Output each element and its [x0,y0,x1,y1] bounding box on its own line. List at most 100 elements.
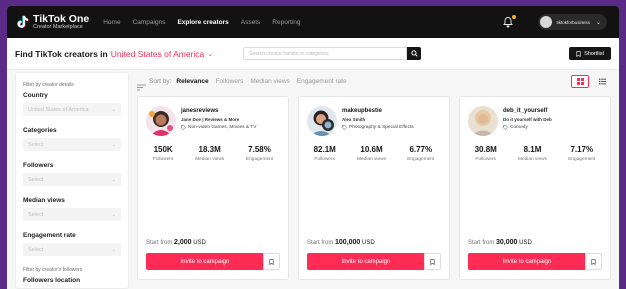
invite-to-campaign-button[interactable]: Invite to campaign [146,253,264,270]
bookmark-button[interactable] [424,253,441,270]
shortlist-label: Shortlist [584,50,604,57]
notification-dot [512,15,517,19]
account-name: tiktokforbusiness [556,19,590,25]
creator-category-label: Photography & Special Effects [349,125,414,130]
filter-label-followers-location: Followers location [23,277,81,284]
bookmark-icon [576,50,581,57]
shortlist-button[interactable]: Shortlist [569,47,611,60]
account-avatar [540,16,553,28]
price-value: 30,000 [496,239,518,246]
chevron-down-icon: ⌄ [111,176,116,183]
creator-card[interactable]: makeupbestie Alex Smith Photography & Sp… [298,96,450,280]
start-price: Start from 30,000 USD [468,239,532,246]
invite-to-campaign-button[interactable]: Invite to campaign [468,253,586,270]
nav-reporting[interactable]: Reporting [272,19,300,26]
notification-bell-icon[interactable] [502,15,517,29]
list-view-button[interactable] [593,75,611,88]
invite-to-campaign-button[interactable]: Invite to campaign [307,253,425,270]
creator-avatar [146,106,176,136]
creator-name: Jane Doe | Reviews & More [181,117,240,122]
search-box[interactable] [243,47,408,60]
creator-category: Non-video Games, Movies & TV [181,125,256,130]
currency-label: USD [362,240,375,246]
filter-heading: Filter by creator details [23,82,74,88]
chevron-down-icon: ⌄ [111,246,116,253]
sort-option-followers[interactable]: Followers [216,78,244,85]
currency-label: USD [193,240,206,246]
country-filter-select[interactable]: United States of America ⌄ [23,103,121,116]
creator-handle[interactable]: makeupbestie [342,108,414,114]
creator-avatar [307,106,337,136]
median-views-value: 10.6M [360,145,383,154]
creator-card-grid: janesreviews Jane Doe | Reviews & More N… [137,96,611,280]
followers-filter-value: Select [28,176,44,183]
filter-label-followers: Followers [23,162,54,169]
median-views-filter-select[interactable]: Select ⌄ [23,208,121,221]
search-button[interactable] [407,47,422,60]
creator-category: Photography & Special Effects [342,125,414,130]
bookmark-button[interactable] [263,253,280,270]
page-title: Find TikTok creators in [15,48,108,59]
chevron-down-icon: ⌄ [111,211,116,218]
median-views-filter-value: Select [28,211,44,218]
filter-sidebar: Filter by creator details Country United… [15,72,129,289]
filter-label-engagement-rate: Engagement rate [23,232,76,239]
currency-label: USD [519,240,532,246]
creator-stats: 150K Followers 18.3M Median views 7.58% Eng… [138,145,288,162]
bookmark-button[interactable] [585,253,602,270]
nav-home[interactable]: Home [103,19,120,26]
followers-value: 82.1M [313,145,336,154]
creator-handle[interactable]: deb_it_yourself [503,108,552,114]
creator-stats: 82.1M Followers 10.6M Median views 6.77% En… [299,145,449,162]
grid-view-button[interactable] [571,74,589,88]
nav-explore-creators[interactable]: Explore creators [177,19,228,26]
median-views-value: 8.1M [523,145,542,154]
brand-subtitle: Creator Marketplace [33,24,83,30]
engagement-rate-filter-select[interactable]: Select ⌄ [23,243,121,256]
sort-option-relevance[interactable]: Relevance [176,78,208,85]
page-header: Find TikTok creators in United States of… [7,38,619,70]
list-icon [598,78,606,84]
nav-campaigns[interactable]: Campaigns [133,19,166,26]
account-menu[interactable]: tiktokforbusiness ⌄ [538,14,607,30]
bookmark-icon [269,258,274,265]
brand-title: TikTok One [33,12,90,25]
brand-logo[interactable]: TikTok One Creator Marketplace [15,12,90,31]
median-views-label: Median views [195,157,225,162]
search-input[interactable] [249,50,407,57]
results-area: Sort by: Relevance Followers Median view… [137,70,619,289]
tag-icon [503,125,508,130]
nav-assets[interactable]: Assets [241,19,261,26]
country-selector[interactable]: United States of America [111,49,205,59]
creator-name: Do it yourself with Deb [503,117,552,122]
sort-option-median-views[interactable]: Median views [250,78,289,85]
engagement-value: 6.77% [409,145,433,154]
sort-label: Sort by: [149,77,172,85]
sort-bar: Sort by: Relevance Followers Median view… [137,70,619,92]
categories-filter-select[interactable]: Select ⌄ [23,138,121,151]
followers-value: 150K [153,145,173,154]
creator-avatar [468,106,498,136]
followers-filter-select[interactable]: Select ⌄ [23,173,121,186]
followers-label: Followers [314,157,335,162]
app-window: TikTok One Creator Marketplace Home Camp… [7,6,619,289]
filter-label-median-views: Median views [23,197,65,204]
followers-filter-heading: Filter by creator's followers [23,267,83,273]
engagement-label: Engagement [568,157,596,162]
top-nav: TikTok One Creator Marketplace Home Camp… [7,6,619,38]
view-toggle [571,74,611,88]
chevron-down-icon[interactable]: ⌄ [207,50,213,58]
creator-category-label: Comedy [510,125,528,130]
creator-card[interactable]: janesreviews Jane Doe | Reviews & More N… [137,96,289,280]
followers-label: Followers [152,157,174,162]
followers-label: Followers [475,157,496,162]
price-value: 100,000 [335,239,361,246]
start-price: Start from 2,000 USD [146,239,206,246]
engagement-value: 7.17% [570,145,594,154]
chevron-down-icon: ⌄ [111,141,116,148]
creator-card[interactable]: deb_it_yourself Do it yourself with Deb … [459,96,611,280]
median-views-label: Median views [517,157,548,162]
sort-option-engagement-rate[interactable]: Engagement rate [297,78,347,85]
creator-handle[interactable]: janesreviews [181,108,256,114]
creator-category: Comedy [503,125,552,130]
